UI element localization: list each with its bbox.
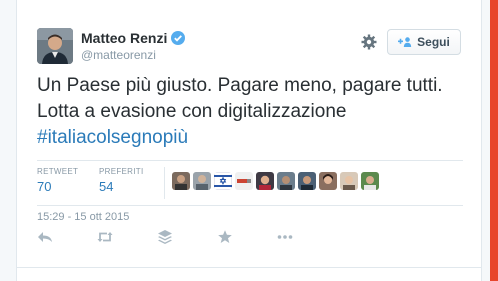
favoriter-avatar[interactable] [298,172,316,190]
favoriter-avatar[interactable] [340,172,358,190]
add-user-icon [398,37,412,47]
favorite-icon[interactable] [217,229,233,245]
tweet-text: Un Paese più giusto. Pagare meno, pagare… [37,73,467,151]
avatar[interactable] [37,28,73,64]
favoriter-avatar[interactable] [319,172,337,190]
favoriter-avatar[interactable] [277,172,295,190]
card-divider [17,267,481,268]
follow-button-label: Segui [417,35,450,49]
follow-button[interactable]: Segui [387,29,461,55]
gear-icon[interactable] [361,34,377,50]
tweet-stats: RETWEET 70 PREFERITI 54 [37,160,463,206]
hashtag-link[interactable]: #italiacolsegnopiù [37,127,188,148]
favorites-label: PREFERITI [99,167,144,176]
author-handle[interactable]: @matteorenzi [81,48,156,62]
tweet-body: Un Paese più giusto. Pagare meno, pagare… [37,75,443,122]
favoriter-avatar[interactable] [172,172,190,190]
retweet-count: 70 [37,179,52,194]
verified-icon [171,31,186,45]
background-strip [490,0,498,281]
favoriter-avatar[interactable] [256,172,274,190]
retweet-icon[interactable] [97,229,113,245]
author-name[interactable]: Matteo Renzi [81,30,167,46]
favorites-count: 54 [99,179,114,194]
stats-divider [164,167,165,199]
author-name-row: Matteo Renzi [81,30,186,46]
favoriter-avatar[interactable] [361,172,379,190]
favoriter-avatar[interactable] [193,172,211,190]
tweet-timestamp[interactable]: 15:29 - 15 ott 2015 [37,211,129,223]
buffer-icon[interactable] [157,229,173,245]
retweet-label: RETWEET [37,167,79,176]
more-icon[interactable] [277,229,293,245]
reply-icon[interactable] [37,229,53,245]
favorites-stat[interactable]: PREFERITI 54 [99,167,143,194]
retweet-stat[interactable]: RETWEET 70 [37,167,78,194]
favoriter-avatar[interactable] [235,172,253,190]
favoriter-avatars [172,172,382,190]
favoriter-avatar[interactable] [214,172,232,190]
tweet-card: Matteo Renzi @matteorenzi Segui Un Paese… [16,0,482,281]
